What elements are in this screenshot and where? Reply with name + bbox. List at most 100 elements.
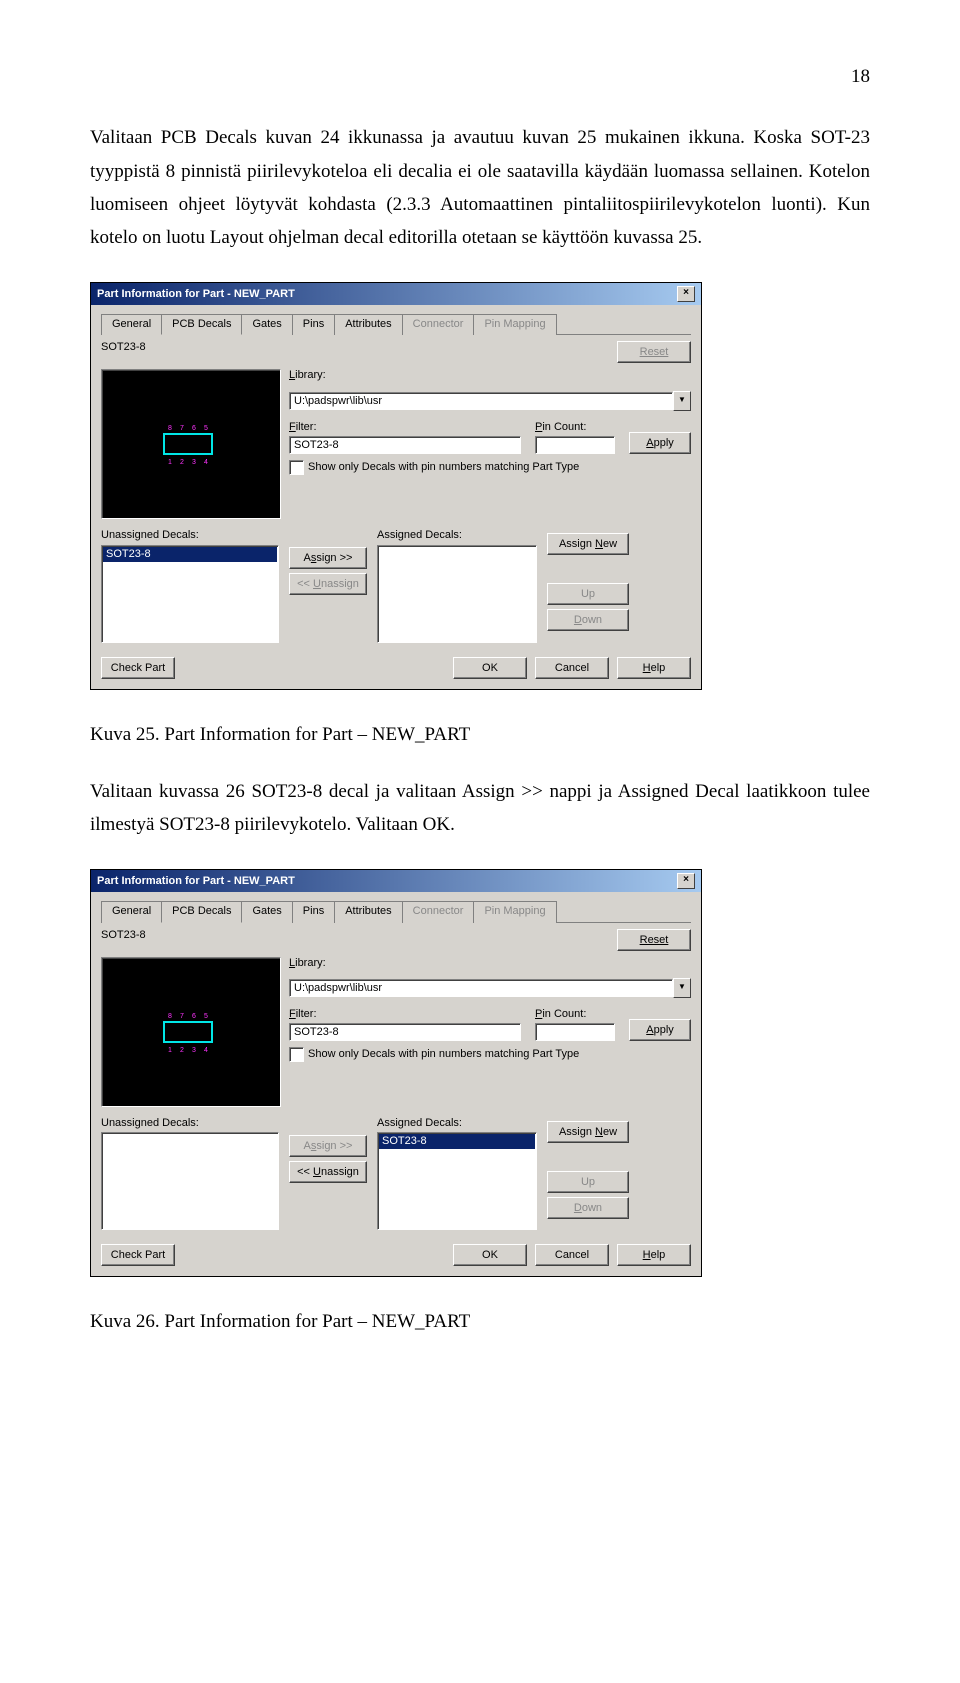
tab-general[interactable]: General [101, 314, 162, 335]
svg-text:3: 3 [192, 459, 196, 466]
cancel-button[interactable]: Cancel [535, 1244, 609, 1266]
part-info-dialog: Part Information for Part - NEW_PART × G… [90, 282, 702, 689]
tab-pcb-decals[interactable]: PCB Decals [161, 314, 242, 335]
up-button[interactable]: Up [547, 583, 629, 605]
ok-button[interactable]: OK [453, 1244, 527, 1266]
window-buttons: × [677, 286, 695, 302]
svg-text:7: 7 [180, 425, 184, 432]
pincount-input[interactable] [535, 1023, 615, 1041]
title-bar: Part Information for Part - NEW_PART × [91, 283, 701, 305]
help-button[interactable]: Help [617, 1244, 691, 1266]
svg-text:2: 2 [180, 459, 184, 466]
list-item[interactable]: SOT23-8 [379, 1134, 535, 1149]
unassigned-label: Unassigned Decals: [101, 1117, 279, 1130]
part-info-dialog-2: Part Information for Part - NEW_PART × G… [90, 869, 702, 1276]
assigned-label: Assigned Decals: [377, 1117, 537, 1130]
chevron-down-icon[interactable]: ▼ [673, 978, 691, 998]
title-text: Part Information for Part - NEW_PART [97, 288, 295, 301]
assign-button[interactable]: Assign >> [289, 547, 367, 569]
tab-gates[interactable]: Gates [241, 901, 292, 922]
svg-text:4: 4 [204, 459, 208, 466]
caption-26: Kuva 26. Part Information for Part – NEW… [90, 1305, 870, 1338]
library-dropdown[interactable] [289, 979, 673, 997]
reset-button[interactable]: Reset [617, 341, 691, 363]
title-text: Part Information for Part - NEW_PART [97, 875, 295, 888]
assigned-listbox[interactable]: SOT23-8 [377, 1132, 537, 1230]
filter-label: Filter: [289, 1008, 521, 1021]
body-paragraph-1: Valitaan PCB Decals kuvan 24 ikkunassa j… [90, 121, 870, 254]
tab-pin-mapping: Pin Mapping [473, 901, 556, 922]
down-button[interactable]: Down [547, 1197, 629, 1219]
tab-connector: Connector [402, 901, 475, 922]
checkbox-label: Show only Decals with pin numbers matchi… [308, 1048, 579, 1061]
svg-text:1: 1 [168, 459, 172, 466]
dialog-figure-26: Part Information for Part - NEW_PART × G… [90, 869, 870, 1276]
page-number: 18 [90, 60, 870, 93]
title-bar: Part Information for Part - NEW_PART × [91, 870, 701, 892]
tab-attributes[interactable]: Attributes [334, 901, 402, 922]
close-icon[interactable]: × [677, 286, 695, 302]
part-name-text: SOT23-8 [101, 929, 146, 942]
list-item[interactable]: SOT23-8 [103, 547, 277, 562]
chevron-down-icon[interactable]: ▼ [673, 391, 691, 411]
tab-pcb-decals[interactable]: PCB Decals [161, 901, 242, 922]
help-button[interactable]: Help [617, 657, 691, 679]
library-label: Library: [289, 957, 691, 970]
library-dropdown[interactable] [289, 392, 673, 410]
assigned-label: Assigned Decals: [377, 529, 537, 542]
tab-pin-mapping: Pin Mapping [473, 314, 556, 335]
reset-button[interactable]: Reset [617, 929, 691, 951]
preview-column: 8 7 6 5 1 2 3 4 [101, 369, 279, 519]
unassign-button[interactable]: << Unassign [289, 1161, 367, 1183]
svg-text:4: 4 [204, 1047, 208, 1054]
svg-text:8: 8 [168, 425, 172, 432]
svg-text:3: 3 [192, 1047, 196, 1054]
down-button[interactable]: Down [547, 609, 629, 631]
svg-text:6: 6 [192, 425, 196, 432]
check-part-button[interactable]: Check Part [101, 657, 175, 679]
check-part-button[interactable]: Check Part [101, 1244, 175, 1266]
filter-input[interactable] [289, 436, 521, 454]
library-label: Library: [289, 369, 691, 382]
up-button[interactable]: Up [547, 1171, 629, 1193]
filter-label: Filter: [289, 421, 521, 434]
decal-preview: 8 7 6 5 1 2 3 4 [101, 369, 281, 519]
unassigned-listbox[interactable]: SOT23-8 [101, 545, 279, 643]
tab-row: General PCB Decals Gates Pins Attributes… [101, 313, 691, 335]
tab-row: General PCB Decals Gates Pins Attributes… [101, 900, 691, 922]
assign-button[interactable]: Assign >> [289, 1135, 367, 1157]
svg-text:7: 7 [180, 1013, 184, 1020]
assign-new-button[interactable]: Assign New [547, 1121, 629, 1143]
pincount-input[interactable] [535, 436, 615, 454]
svg-text:5: 5 [204, 1013, 208, 1020]
apply-button[interactable]: Apply [629, 432, 691, 454]
cancel-button[interactable]: Cancel [535, 657, 609, 679]
window-buttons: × [677, 873, 695, 889]
caption-25: Kuva 25. Part Information for Part – NEW… [90, 718, 870, 751]
assign-new-button[interactable]: Assign New [547, 533, 629, 555]
svg-text:6: 6 [192, 1013, 196, 1020]
pincount-label: Pin Count: [535, 421, 615, 434]
assigned-listbox[interactable] [377, 545, 537, 643]
tab-pins[interactable]: Pins [292, 314, 335, 335]
ok-button[interactable]: OK [453, 657, 527, 679]
filter-input[interactable] [289, 1023, 521, 1041]
show-only-checkbox[interactable] [289, 1047, 304, 1062]
decal-preview: 8 7 6 5 1 2 3 4 [101, 957, 281, 1107]
apply-button[interactable]: Apply [629, 1019, 691, 1041]
unassign-button[interactable]: << Unassign [289, 573, 367, 595]
show-only-checkbox[interactable] [289, 460, 304, 475]
decal-graphic-icon: 8 7 6 5 1 2 3 4 [158, 1010, 222, 1054]
svg-text:5: 5 [204, 425, 208, 432]
checkbox-label: Show only Decals with pin numbers matchi… [308, 461, 579, 474]
dialog-figure-25: Part Information for Part - NEW_PART × G… [90, 282, 870, 689]
unassigned-listbox[interactable] [101, 1132, 279, 1230]
tab-gates[interactable]: Gates [241, 314, 292, 335]
tab-pins[interactable]: Pins [292, 901, 335, 922]
tab-connector: Connector [402, 314, 475, 335]
decal-graphic-icon: 8 7 6 5 1 2 3 4 [158, 422, 222, 466]
close-icon[interactable]: × [677, 873, 695, 889]
tab-general[interactable]: General [101, 901, 162, 922]
svg-text:2: 2 [180, 1047, 184, 1054]
tab-attributes[interactable]: Attributes [334, 314, 402, 335]
